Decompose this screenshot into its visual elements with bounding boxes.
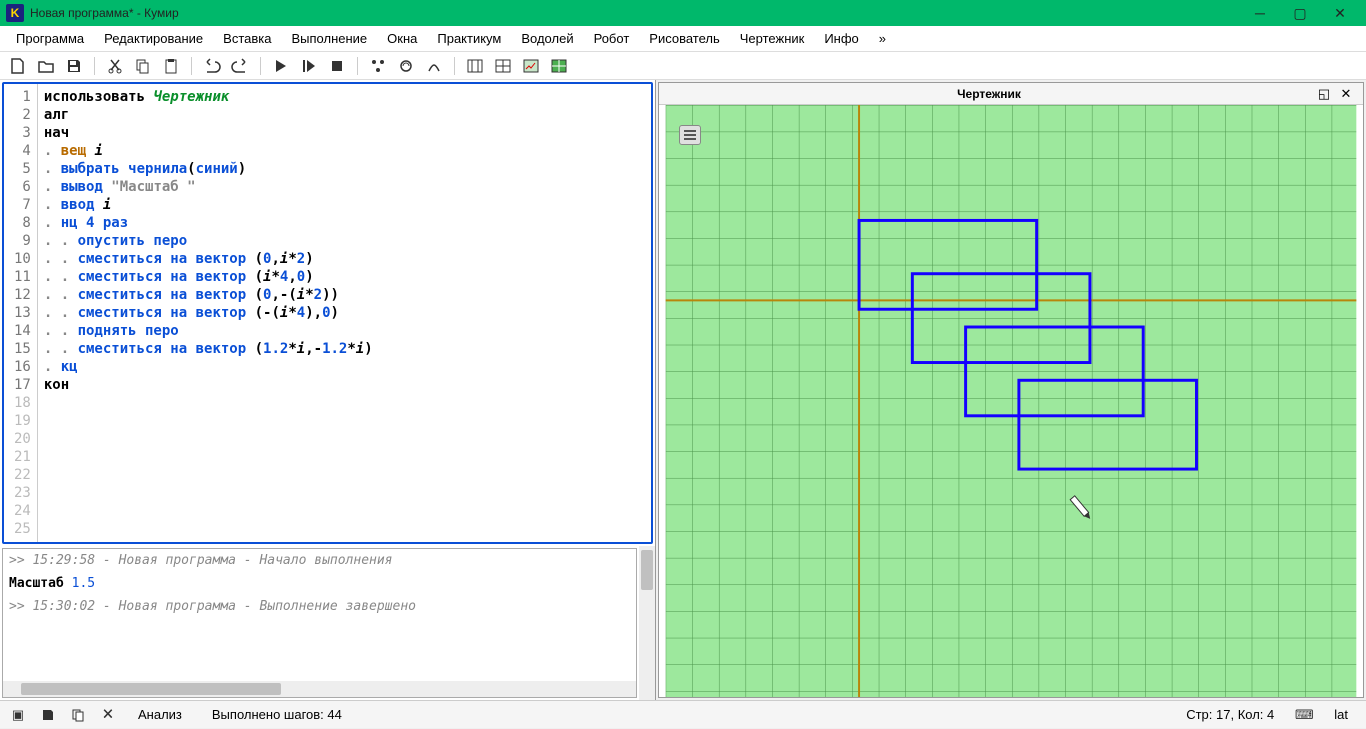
minimize-button[interactable]: ─ — [1240, 0, 1280, 26]
redo-icon[interactable] — [228, 54, 252, 78]
status-steps: Выполнено шагов: 44 — [202, 707, 352, 722]
tool2-icon[interactable] — [394, 54, 418, 78]
vertical-scrollbar[interactable] — [639, 546, 655, 700]
menu-practicum[interactable]: Практикум — [427, 28, 511, 49]
code-editor[interactable]: 1234567891011121314151617181920212223242… — [2, 82, 653, 544]
console-output[interactable]: >> 15:29:58 - Новая программа - Начало в… — [3, 549, 636, 681]
clear-status-icon[interactable]: 🗙 — [98, 705, 118, 725]
titlebar: K Новая программа* - Кумир ─ ▢ ✕ — [0, 0, 1366, 26]
menu-drawer[interactable]: Чертежник — [730, 28, 815, 49]
menu-insert[interactable]: Вставка — [213, 28, 281, 49]
status-analysis[interactable]: Анализ — [128, 707, 192, 722]
code-area[interactable]: использовать Чертежникалгнач. вещ i. выб… — [38, 84, 651, 542]
panel2-icon[interactable] — [491, 54, 515, 78]
maximize-panel-icon[interactable]: ◱ — [1315, 85, 1333, 103]
panel3-icon[interactable] — [519, 54, 543, 78]
copy-icon[interactable] — [131, 54, 155, 78]
step-icon[interactable] — [297, 54, 321, 78]
close-button[interactable]: ✕ — [1320, 0, 1360, 26]
panel4-icon[interactable] — [547, 54, 571, 78]
maximize-button[interactable]: ▢ — [1280, 0, 1320, 26]
drawing-canvas[interactable] — [659, 105, 1363, 697]
menu-info[interactable]: Инфо — [814, 28, 868, 49]
line-gutter: 1234567891011121314151617181920212223242… — [4, 84, 38, 542]
menu-run[interactable]: Выполнение — [281, 28, 377, 49]
menu-robot[interactable]: Робот — [584, 28, 640, 49]
window-title: Новая программа* - Кумир — [30, 6, 1240, 20]
menu-program[interactable]: Программа — [6, 28, 94, 49]
console-panel: >> 15:29:58 - Новая программа - Начало в… — [2, 548, 637, 698]
tool3-icon[interactable] — [422, 54, 446, 78]
log-line: >> 15:30:02 - Новая программа - Выполнен… — [9, 599, 630, 614]
canvas-menu-icon[interactable] — [679, 125, 701, 145]
close-panel-icon[interactable]: ✕ — [1337, 85, 1355, 103]
menubar: Программа Редактирование Вставка Выполне… — [0, 26, 1366, 52]
open-file-icon[interactable] — [34, 54, 58, 78]
undo-icon[interactable] — [200, 54, 224, 78]
paste-icon[interactable] — [159, 54, 183, 78]
menu-windows[interactable]: Окна — [377, 28, 427, 49]
save-status-icon[interactable] — [38, 705, 58, 725]
run-icon[interactable] — [269, 54, 293, 78]
menu-more[interactable]: » — [869, 28, 896, 49]
menu-painter[interactable]: Рисователь — [639, 28, 729, 49]
keyboard-lang[interactable]: lat — [1324, 707, 1358, 722]
horizontal-scrollbar[interactable] — [3, 681, 636, 697]
keyboard-icon[interactable]: ⌨ — [1294, 705, 1314, 725]
new-file-icon[interactable] — [6, 54, 30, 78]
canvas-panel: Чертежник ◱ ✕ — [658, 82, 1364, 698]
app-icon: K — [6, 4, 24, 22]
output-line: Масштаб 1.5 — [9, 576, 630, 591]
menu-edit[interactable]: Редактирование — [94, 28, 213, 49]
statusbar: ▣ 🗙 Анализ Выполнено шагов: 44 Стр: 17, … — [0, 700, 1366, 728]
log-line: >> 15:29:58 - Новая программа - Начало в… — [9, 553, 630, 568]
toolbar — [0, 52, 1366, 80]
copy-status-icon[interactable] — [68, 705, 88, 725]
panel1-icon[interactable] — [463, 54, 487, 78]
canvas-title: Чертежник — [667, 87, 1311, 101]
save-file-icon[interactable] — [62, 54, 86, 78]
tool1-icon[interactable] — [366, 54, 390, 78]
cut-icon[interactable] — [103, 54, 127, 78]
cursor-position: Стр: 17, Кол: 4 — [1176, 707, 1284, 722]
stop-icon[interactable] — [325, 54, 349, 78]
menu-vodoley[interactable]: Водолей — [511, 28, 583, 49]
terminal-icon[interactable]: ▣ — [8, 705, 28, 725]
